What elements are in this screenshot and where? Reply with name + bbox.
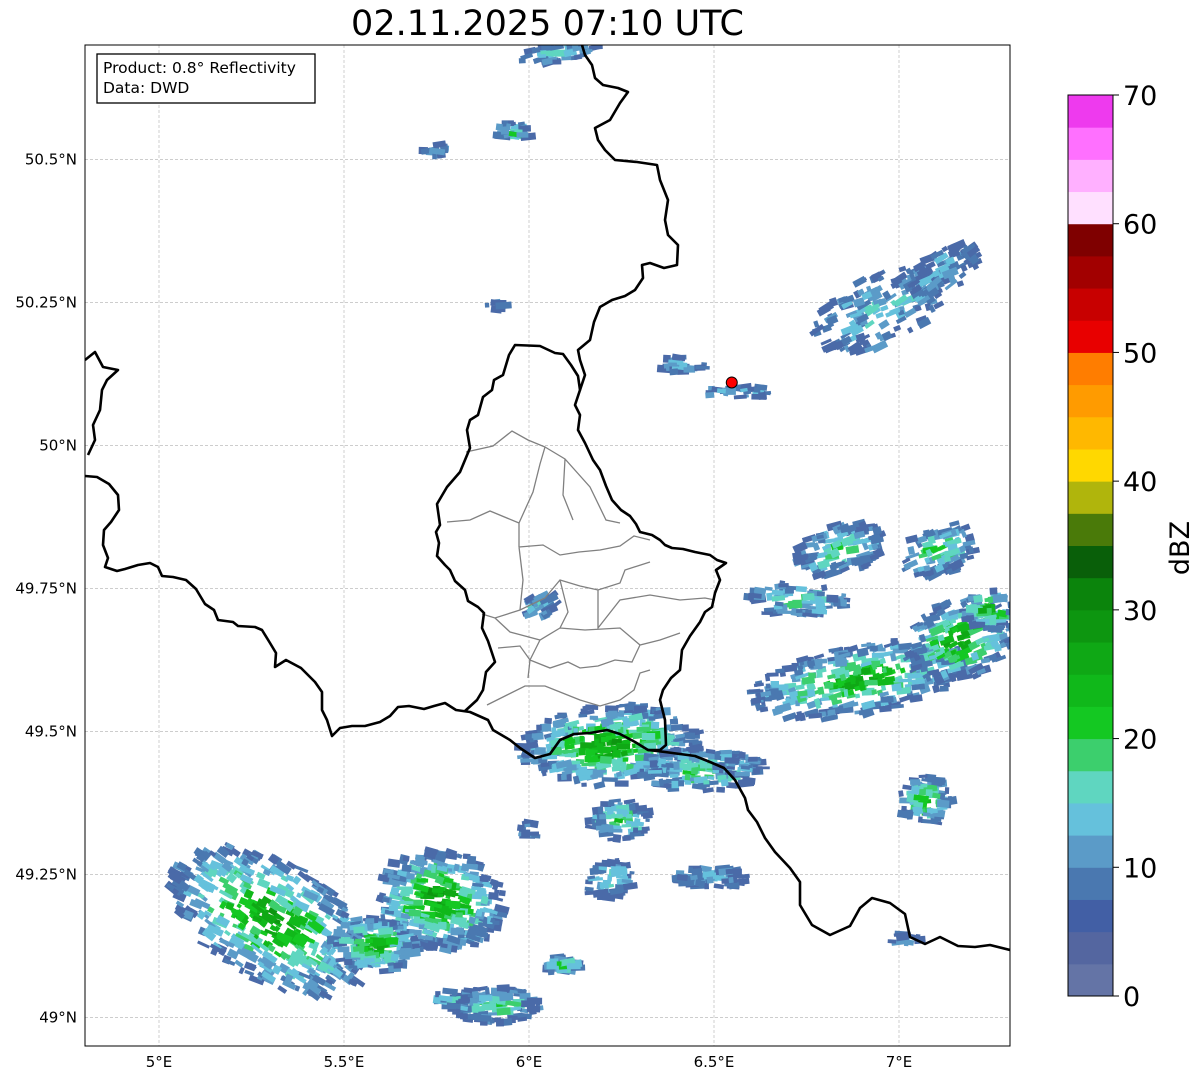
colorbar-segment xyxy=(1068,384,1113,418)
colorbar-segment xyxy=(1068,835,1113,868)
colorbar-segment xyxy=(1068,545,1113,579)
colorbar-segment xyxy=(1068,95,1113,128)
colorbar-tick-label: 20 xyxy=(1123,725,1157,756)
colorbar-segment xyxy=(1068,802,1113,836)
colorbar-segment xyxy=(1068,609,1113,643)
colorbar-segment xyxy=(1068,513,1113,546)
colorbar-segment xyxy=(1068,674,1113,707)
colorbar-segment xyxy=(1068,867,1113,900)
colorbar-segment xyxy=(1068,770,1113,804)
colorbar-tick-label: 40 xyxy=(1123,467,1157,498)
colorbar-tick-label: 70 xyxy=(1123,81,1157,112)
colorbar-tick-label: 50 xyxy=(1123,338,1157,369)
colorbar-segment xyxy=(1068,706,1113,740)
colorbar-segments xyxy=(1068,95,1113,997)
colorbar-segment xyxy=(1068,127,1113,160)
colorbar-tick-label: 10 xyxy=(1123,853,1157,884)
colorbar-tick-label: 0 xyxy=(1123,982,1140,1013)
colorbar-segment xyxy=(1068,963,1113,997)
colorbar-segment xyxy=(1068,223,1113,257)
colorbar-segment xyxy=(1068,352,1113,386)
colorbar-tick-label: 30 xyxy=(1123,596,1157,627)
colorbar-segment xyxy=(1068,931,1113,965)
colorbar-segment xyxy=(1068,255,1113,289)
colorbar-segment xyxy=(1068,642,1113,675)
colorbar-ticks: 0 10 20 30 40 50 60 70 xyxy=(1113,81,1157,1013)
colorbar-segment xyxy=(1068,191,1113,225)
colorbar-label: dBZ xyxy=(1165,521,1196,575)
colorbar: 0 10 20 30 40 50 60 70 dBZ xyxy=(1067,81,1196,1013)
colorbar-segment xyxy=(1068,416,1113,450)
colorbar-tick-label: 60 xyxy=(1123,210,1157,241)
colorbar-segment xyxy=(1068,159,1113,193)
colorbar-segment xyxy=(1068,577,1113,611)
colorbar-segment xyxy=(1068,738,1113,772)
colorbar-segment xyxy=(1068,448,1113,482)
colorbar-segment xyxy=(1068,899,1113,933)
colorbar-segment xyxy=(1068,481,1113,514)
colorbar-segment xyxy=(1068,320,1113,353)
colorbar-segment xyxy=(1068,288,1113,321)
